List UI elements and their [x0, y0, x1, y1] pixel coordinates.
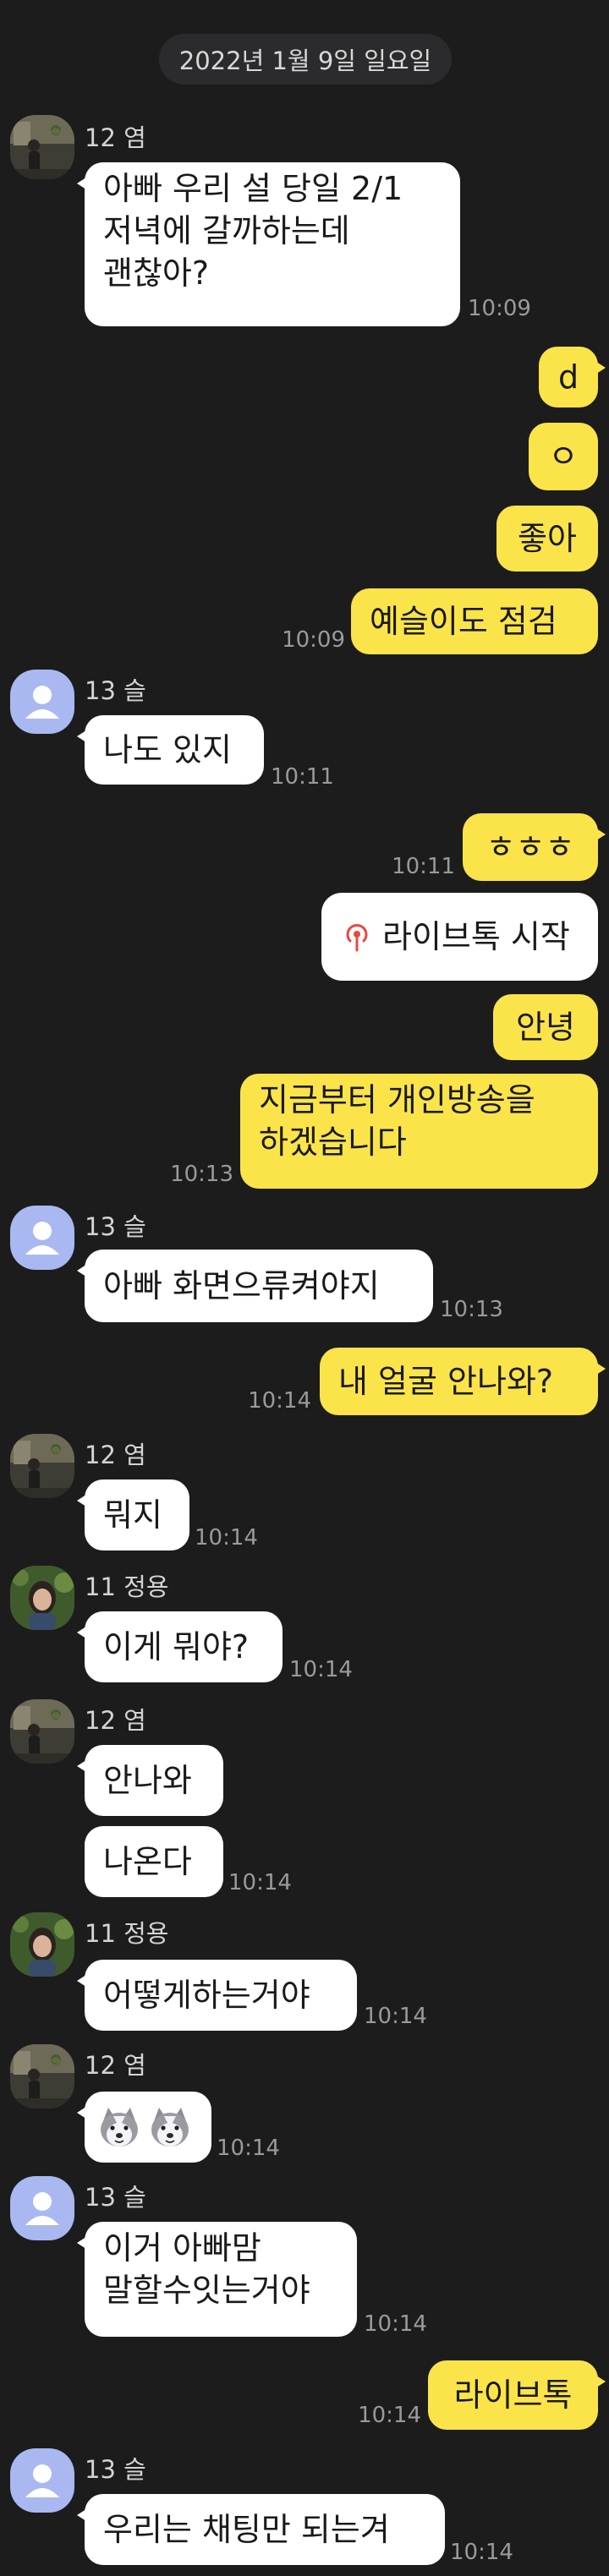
message-text: 이게 뭐야?: [103, 1628, 250, 1665]
avatar-yeom[interactable]: [10, 2044, 74, 2108]
sender-name: 11 정용: [85, 1572, 169, 1601]
husky-dog-emoticon-icon: [147, 2104, 193, 2150]
timestamp: 10:14: [364, 2004, 427, 2029]
avatar-seul[interactable]: [10, 2448, 74, 2513]
message-bubble[interactable]: 안녕: [493, 994, 598, 1060]
message-text: 나온다: [103, 1843, 192, 1880]
message-text: 아빠 우리 설 당일 2/1: [103, 170, 403, 207]
avatar-yeom[interactable]: [10, 1434, 74, 1498]
message-text: 예슬이도 점검: [370, 603, 557, 640]
message-text: 좋아: [518, 520, 577, 557]
message-text: 아빠 화면으류켜야지: [103, 1267, 380, 1304]
sender-name: 13 슬: [85, 1212, 146, 1241]
sender-name: 12 염: [85, 2051, 146, 2080]
live-talk-start-card[interactable]: 라이브톡 시작: [321, 893, 598, 981]
avatar-jeongyong[interactable]: [10, 1566, 74, 1630]
avatar-yeom[interactable]: [10, 115, 74, 179]
message-text: 내 얼굴 안나와?: [338, 1363, 554, 1400]
timestamp: 10:14: [358, 2403, 421, 2428]
message-bubble[interactable]: 예슬이도 점검: [351, 588, 598, 654]
message-text: 괜찮아?: [103, 254, 210, 292]
avatar-seul[interactable]: [10, 670, 74, 734]
message-text: 안나와: [103, 1762, 192, 1799]
timestamp: 10:14: [248, 1388, 311, 1414]
sender-name: 12 염: [85, 1441, 146, 1469]
message-text: 하겠습니다: [259, 1124, 407, 1161]
sender-name: 11 정용: [85, 1919, 169, 1948]
timestamp: 10:14: [450, 2540, 513, 2565]
timestamp: 10:14: [217, 2136, 280, 2161]
live-broadcast-icon: [346, 924, 368, 952]
message-text: 라이브톡: [453, 2376, 573, 2414]
message-bubble[interactable]: 우리는 채팅만 되는겨: [77, 2494, 445, 2565]
sender-name: 13 슬: [85, 2183, 146, 2212]
message-text: 라이브톡 시작: [382, 918, 570, 955]
timestamp: 10:11: [271, 764, 334, 790]
message-text: 우리는 채팅만 되는겨: [103, 2511, 390, 2548]
message-bubble[interactable]: 나온다: [85, 1826, 223, 1897]
timestamp: 10:11: [392, 854, 455, 879]
message-bubble[interactable]: d: [539, 347, 606, 407]
timestamp: 10:14: [289, 1657, 353, 1682]
message-bubble[interactable]: ㅎㅎㅎ: [463, 813, 606, 881]
message-bubble[interactable]: 아빠 우리 설 당일 2/1 저녁에 갈까하는데 괜찮아?: [77, 162, 460, 326]
timestamp: 10:09: [282, 627, 345, 653]
message-bubble[interactable]: 내 얼굴 안나와?: [320, 1348, 606, 1415]
message-bubble[interactable]: [77, 2092, 211, 2163]
message-bubble[interactable]: 라이브톡: [428, 2360, 606, 2430]
message-text: 저녁에 갈까하는데: [103, 212, 350, 249]
message-bubble[interactable]: 이게 뭐야?: [77, 1611, 283, 1682]
timestamp: 10:14: [228, 1870, 292, 1895]
timestamp: 10:13: [170, 1162, 233, 1187]
message-bubble[interactable]: 나도 있지: [77, 715, 264, 785]
timestamp: 10:14: [364, 2311, 427, 2337]
avatar-jeongyong[interactable]: [10, 1912, 74, 1977]
message-bubble[interactable]: 뭐지: [77, 1479, 189, 1551]
message-bubble[interactable]: 이거 아빠맘 말할수잇는거야: [77, 2222, 357, 2337]
message-text: 지금부터 개인방송을: [259, 1081, 535, 1118]
message-bubble[interactable]: ㅇ: [529, 423, 598, 490]
avatar-yeom[interactable]: [10, 1699, 74, 1764]
message-text: 뭐지: [103, 1496, 162, 1534]
sender-name: 12 염: [85, 1706, 146, 1735]
sender-name: 13 슬: [85, 676, 146, 705]
message-text: ㅎㅎㅎ: [486, 829, 575, 866]
date-divider: 2022년 1월 9일 일요일: [159, 34, 452, 85]
message-bubble[interactable]: 아빠 화면으류켜야지: [77, 1250, 433, 1322]
message-text: 안녕: [516, 1009, 575, 1046]
message-bubble[interactable]: 좋아: [497, 506, 598, 572]
avatar-seul[interactable]: [10, 2176, 74, 2240]
message-text: 나도 있지: [103, 731, 232, 768]
husky-dog-emoticon-icon: [96, 2104, 142, 2150]
message-bubble[interactable]: 지금부터 개인방송을 하겠습니다: [240, 1074, 598, 1189]
timestamp: 10:09: [468, 296, 531, 321]
timestamp: 10:14: [195, 1525, 258, 1551]
avatar-seul[interactable]: [10, 1206, 74, 1270]
message-bubble[interactable]: 어떻게하는거야: [77, 1960, 357, 2031]
message-text: 어떻게하는거야: [103, 1977, 310, 2014]
timestamp: 10:13: [440, 1297, 503, 1322]
message-text: 말할수잇는거야: [103, 2272, 310, 2309]
message-text: d: [557, 358, 579, 396]
sender-name: 13 슬: [85, 2455, 146, 2484]
sender-name: 12 염: [85, 123, 146, 152]
message-text: ㅇ: [548, 438, 579, 475]
message-bubble[interactable]: 안나와: [77, 1745, 223, 1816]
message-text: 이거 아빠맘: [103, 2229, 261, 2267]
